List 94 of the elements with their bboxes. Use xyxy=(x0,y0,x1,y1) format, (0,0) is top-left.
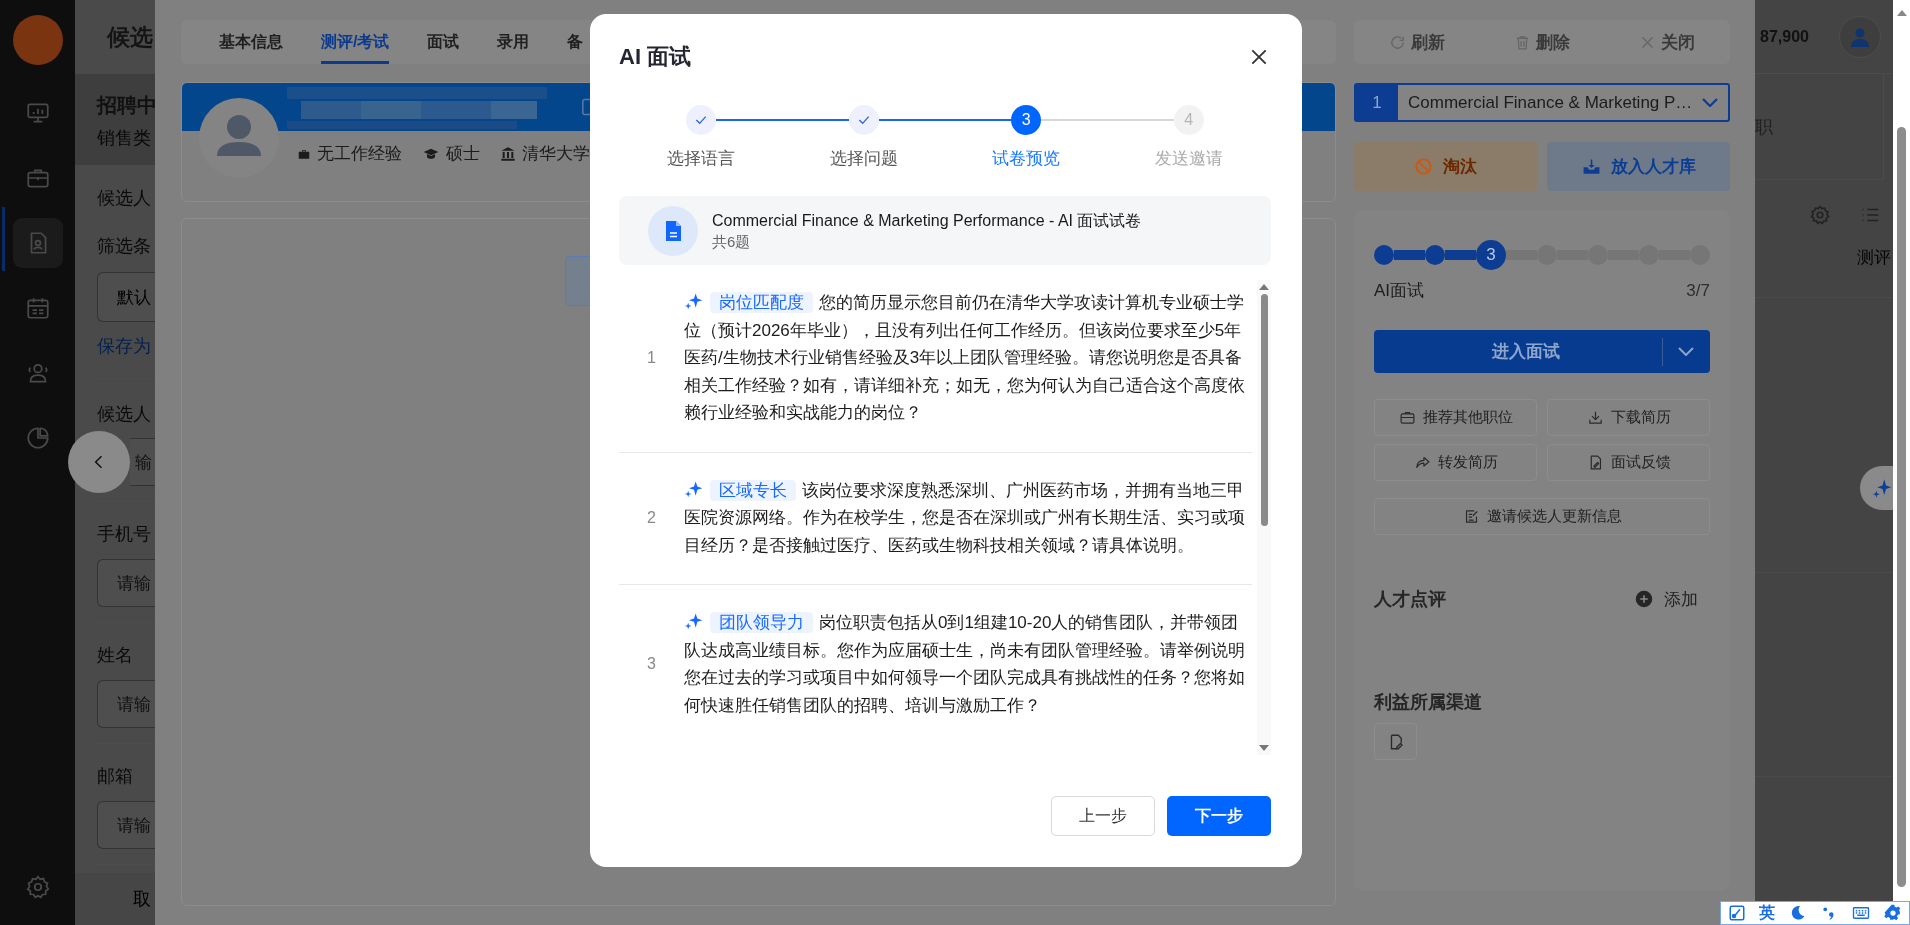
column-header: 测评 xyxy=(1857,247,1891,269)
edit-button[interactable] xyxy=(1374,723,1417,760)
trash-icon xyxy=(1514,33,1531,51)
settings-icon[interactable] xyxy=(24,874,51,900)
input-field[interactable]: 请输 xyxy=(97,801,155,849)
filter-label: 筛选条 xyxy=(97,235,151,258)
reject-button[interactable]: 淘汰 xyxy=(1354,142,1537,191)
scroll-thumb[interactable] xyxy=(1897,127,1906,887)
section-title: 人才点评 xyxy=(1374,588,1446,611)
briefcase-icon xyxy=(297,147,311,161)
graduation-cap-icon xyxy=(422,146,440,162)
tab[interactable]: 基本信息 xyxy=(219,20,283,64)
sparkle-icon xyxy=(684,611,704,631)
scroll-thumb[interactable] xyxy=(1260,294,1268,526)
section-label: 候选人 xyxy=(97,403,151,426)
tab[interactable]: 录用 xyxy=(497,20,530,64)
paper-title: Commercial Finance & Marketing Performance - AI 面试试卷 xyxy=(712,210,1142,231)
document-icon xyxy=(648,205,698,256)
close-icon[interactable] xyxy=(1249,47,1269,67)
input-field[interactable]: 请输 xyxy=(97,559,155,607)
question-number: 1 xyxy=(646,347,657,368)
chevron-down-icon[interactable] xyxy=(1678,347,1694,356)
input-field[interactable]: 请输 xyxy=(97,680,155,728)
degree-text: 硕士 xyxy=(446,143,480,165)
step-circle: 4 xyxy=(1173,105,1204,135)
toolbar-button[interactable]: 删除 xyxy=(1479,20,1605,64)
stage-count: 3/7 xyxy=(1686,280,1710,302)
field-label: 手机号 xyxy=(97,523,151,546)
plus-circle-icon xyxy=(1635,590,1653,608)
pie-chart-icon xyxy=(24,424,51,451)
step-label: 试卷预览 xyxy=(992,148,1061,170)
job-index: 1 xyxy=(1356,85,1398,120)
progress-segment xyxy=(1445,250,1476,260)
nav-item[interactable] xyxy=(12,217,63,268)
field-label: 邮箱 xyxy=(97,765,133,788)
stage-name: AI面试 xyxy=(1374,280,1425,302)
progress-segment xyxy=(1394,250,1425,260)
progress-segment xyxy=(1506,250,1537,260)
next-button[interactable]: 下一步 xyxy=(1167,796,1271,836)
step-circle: 3 xyxy=(1011,105,1042,135)
experience-text: 无工作经验 xyxy=(317,143,402,165)
field-label: 姓名 xyxy=(97,644,133,667)
previous-button[interactable]: 上一步 xyxy=(1051,796,1155,836)
scrollbar[interactable] xyxy=(1893,0,1910,901)
scroll-up-icon[interactable] xyxy=(1896,10,1907,16)
filter-select[interactable]: 默认 xyxy=(97,272,155,322)
action-button[interactable]: 下载简历 xyxy=(1547,399,1710,436)
step-label: 选择语言 xyxy=(667,148,736,170)
cancel-button[interactable]: 取 xyxy=(133,887,151,911)
action-button[interactable]: 面试反馈 xyxy=(1547,444,1710,481)
tab[interactable]: 备 xyxy=(567,20,584,64)
enter-interview-button[interactable]: 进入面试 xyxy=(1374,330,1710,373)
tab[interactable]: 面试 xyxy=(427,20,460,64)
question-text: 团队领导力 岗位职责包括从0到1组建10-20人的销售团队，并带领团队达成高业绩目标。您作为应届硕士生，尚未有团队管理经验。请举例说明您在过去的学习或项目中如何领导一个团队完成具有挑战性的任务？您将如何快速胜任销售团队的招聘、培训与激励工作？ xyxy=(684,610,1246,717)
chevron-down-icon xyxy=(1702,98,1718,107)
share-icon xyxy=(1413,454,1431,471)
question-text: 区域专长 该岗位要求深度熟悉深圳、广州医药市场，并拥有当地三甲医院资源网络。作为在校学生，您是否在深圳或广州有长期生活、实习或项目经历？是否接触过医疗、医药或生物科技相关领域？请具体说明。 xyxy=(684,477,1246,557)
toolbar-button[interactable]: 关闭 xyxy=(1604,20,1730,64)
ban-icon xyxy=(1414,157,1433,176)
job-select[interactable]: 1 Commercial Finance & Marketing P… xyxy=(1354,83,1730,122)
tab[interactable]: 测评/考试 xyxy=(321,20,390,64)
briefcase-icon xyxy=(1398,409,1416,426)
step-label: 选择问题 xyxy=(829,148,898,170)
question-number: 3 xyxy=(646,654,657,674)
toolbar-button[interactable]: 刷新 xyxy=(1354,20,1480,64)
section-label: 候选人 xyxy=(97,187,151,210)
language-toggle[interactable]: 英 xyxy=(1759,902,1775,924)
download-icon xyxy=(1586,409,1604,426)
question-count: 共6题 xyxy=(712,231,752,252)
question-text: 岗位匹配度 您的简历显示您目前仍在清华大学攻读计算机专业硕士学位（预计2026年毕业），且没有列出任何工作经历。但该岗位要求至少5年医药/生物技术行业销售经验及3年以上团队管理经验。请您说明您是否具备相关工作经验？如有，请详细补充；如无，您为何认为自己适合这个高度依赖行业经验和实战能力的岗位？ xyxy=(684,290,1246,424)
scroll-down-icon[interactable] xyxy=(1259,745,1269,751)
question-number: 2 xyxy=(646,507,657,528)
stage-dot: 3 xyxy=(1476,240,1506,270)
add-button[interactable]: 添加 xyxy=(1635,587,1698,611)
step-label: 发送邀请 xyxy=(1154,148,1223,170)
input-field[interactable]: 输 xyxy=(130,438,155,486)
ai-assistant-button[interactable] xyxy=(1860,466,1893,510)
dialog-title: AI 面试 xyxy=(619,43,692,71)
action-button[interactable]: 邀请候选人更新信息 xyxy=(1374,498,1710,535)
action-button[interactable]: 推荐其他职位 xyxy=(1374,399,1537,436)
school-text: 清华大学 xyxy=(522,143,590,165)
bank-icon xyxy=(500,146,516,162)
section-title: 利益所属渠道 xyxy=(1374,691,1483,714)
inbox-download-icon xyxy=(1581,157,1601,176)
talent-pool-button[interactable]: 放入人才库 xyxy=(1547,142,1730,191)
refresh-icon xyxy=(1388,33,1406,51)
checkbox-icon[interactable] xyxy=(1727,904,1746,922)
keyboard-icon[interactable] xyxy=(1850,904,1871,922)
scrollbar[interactable] xyxy=(1257,280,1271,755)
logo[interactable] xyxy=(12,15,63,65)
sparkle-icon xyxy=(684,291,704,311)
action-button[interactable]: 转发简历 xyxy=(1374,444,1537,481)
scroll-up-icon[interactable] xyxy=(1259,284,1269,290)
settings-icon[interactable] xyxy=(1884,904,1903,922)
